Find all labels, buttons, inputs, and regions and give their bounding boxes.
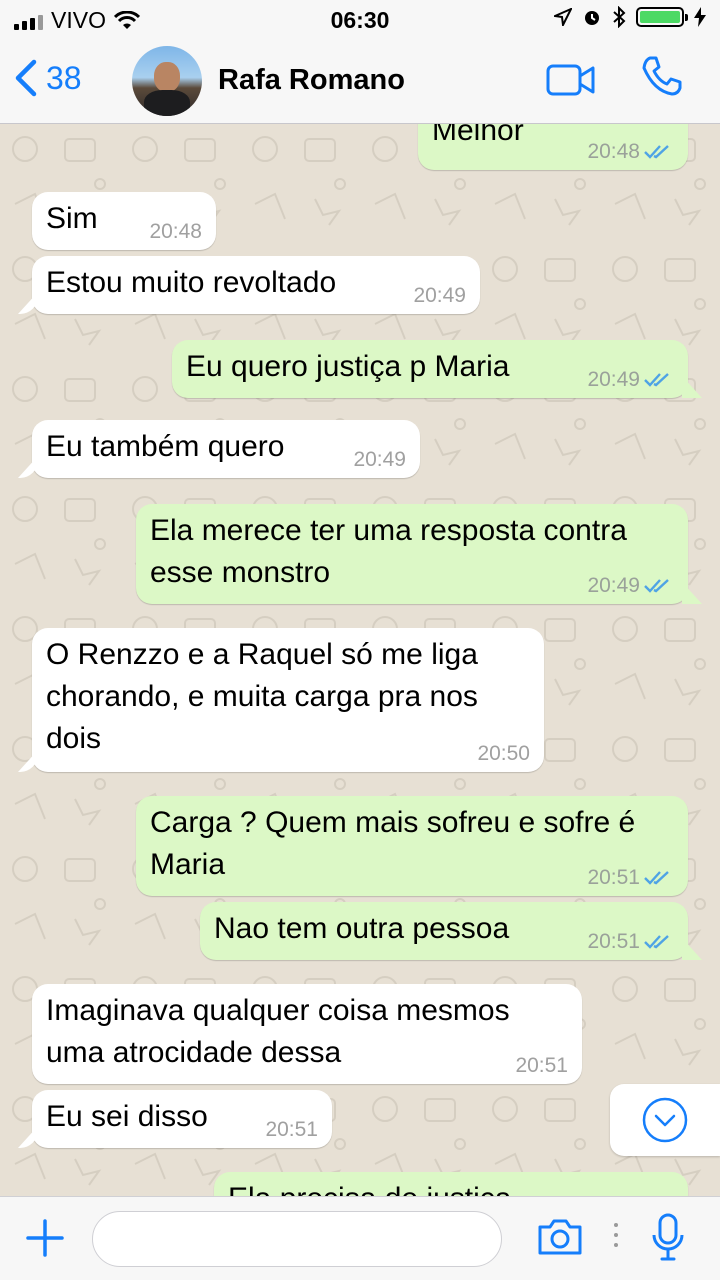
battery-icon — [636, 7, 688, 27]
message-time: 20:51 — [265, 1118, 318, 1141]
avatar[interactable] — [132, 46, 202, 116]
message-time: 20:48 — [587, 140, 640, 163]
message-text: Estou muito revoltado — [46, 266, 337, 299]
message-time: 20:49 — [587, 368, 640, 391]
message-incoming[interactable]: Sim 20:48 — [32, 192, 216, 250]
read-ticks-icon — [644, 373, 669, 387]
message-text: Sim — [46, 202, 98, 235]
message-text: Nao tem outra pessoa — [214, 912, 510, 945]
scroll-to-bottom-button[interactable] — [610, 1084, 720, 1156]
location-icon — [554, 8, 572, 26]
camera-icon — [538, 1219, 582, 1255]
message-incoming[interactable]: O Renzzo e a Raquel só me liga chorando,… — [32, 628, 544, 772]
composer-bar — [0, 1196, 720, 1280]
contact-name[interactable]: Rafa Romano — [218, 64, 405, 97]
message-text: Eu sei disso — [46, 1100, 208, 1133]
message-incoming[interactable]: Estou muito revoltado 20:49 — [32, 256, 480, 314]
charging-icon — [694, 7, 706, 27]
message-text: Imaginava qualquer coisa mesmos uma atro… — [46, 994, 510, 1069]
unread-count: 38 — [46, 59, 82, 96]
message-outgoing[interactable]: Ela merece ter uma resposta contra esse … — [136, 504, 688, 604]
message-text: Melhor — [432, 124, 524, 147]
message-outgoing[interactable]: Nao tem outra pessoa 20:51 — [200, 902, 688, 960]
plus-icon — [26, 1219, 64, 1257]
read-ticks-icon — [644, 935, 669, 949]
message-incoming[interactable]: Eu também quero 20:49 — [32, 420, 420, 478]
message-outgoing[interactable]: Ela precisa de justiça — [214, 1172, 688, 1196]
message-text: O Renzzo e a Raquel só me liga chorando,… — [46, 638, 478, 755]
voice-message-button[interactable] — [650, 1213, 686, 1268]
message-outgoing[interactable]: Carga ? Quem mais sofreu e sofre é Maria… — [136, 796, 688, 896]
status-bar: VIVO 06:30 — [0, 0, 720, 40]
message-incoming[interactable]: Eu sei disso 20:51 — [32, 1090, 332, 1148]
camera-button[interactable] — [536, 1217, 584, 1262]
bluetooth-icon — [613, 6, 626, 28]
back-chevron-icon — [15, 59, 37, 97]
phone-icon — [642, 56, 682, 96]
voice-call-button[interactable] — [640, 54, 684, 103]
attach-button[interactable] — [24, 1217, 66, 1264]
message-time: 20:49 — [353, 448, 406, 471]
message-input[interactable] — [92, 1211, 502, 1267]
video-call-button[interactable] — [546, 64, 596, 101]
message-outgoing[interactable]: Eu quero justiça p Maria 20:49 — [172, 340, 688, 398]
alarm-icon — [585, 11, 599, 25]
message-text: Ela precisa de justiça — [228, 1182, 511, 1196]
message-time: 20:51 — [587, 866, 640, 889]
read-ticks-icon — [644, 579, 669, 593]
microphone-icon — [652, 1213, 684, 1261]
message-time: 20:51 — [515, 1054, 568, 1077]
message-list[interactable]: Melhor 20:48 Sim 20:48 Estou muito revol… — [0, 124, 720, 1196]
more-dots-icon — [614, 1223, 618, 1247]
message-text: Eu quero justiça p Maria — [186, 350, 510, 383]
message-outgoing[interactable]: Melhor 20:48 — [418, 124, 688, 170]
message-time: 20:50 — [477, 742, 530, 765]
chat-header: 38 Rafa Romano — [0, 40, 720, 124]
message-text: Eu também quero — [46, 430, 285, 463]
message-time: 20:49 — [413, 284, 466, 307]
message-time: 20:48 — [149, 220, 202, 243]
chevron-down-icon — [642, 1097, 688, 1143]
read-ticks-icon — [644, 871, 669, 885]
message-incoming[interactable]: Imaginava qualquer coisa mesmos uma atro… — [32, 984, 582, 1084]
read-ticks-icon — [644, 145, 669, 159]
message-time: 20:51 — [587, 930, 640, 953]
message-time: 20:49 — [587, 574, 640, 597]
back-button[interactable]: 38 — [14, 58, 82, 98]
video-call-icon — [546, 64, 595, 96]
